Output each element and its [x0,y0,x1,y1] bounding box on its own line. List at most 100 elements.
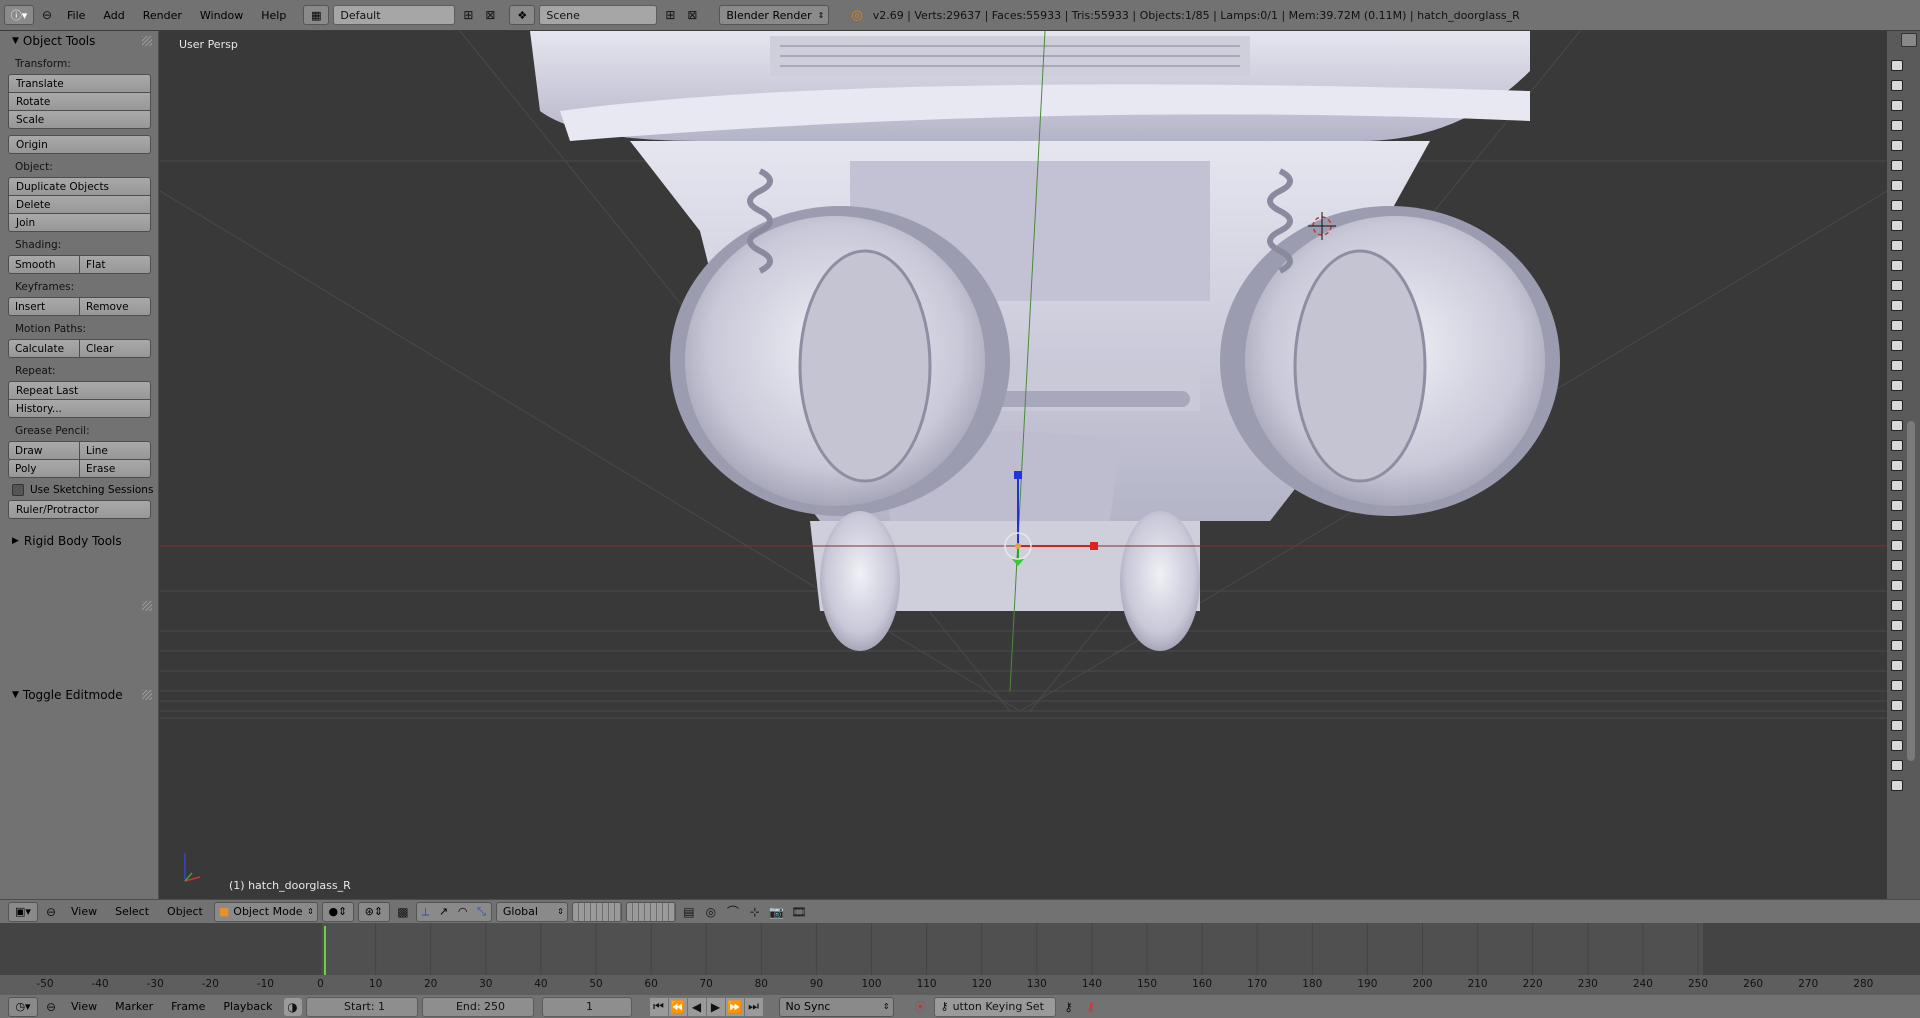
calculate-button[interactable]: Calculate [8,339,80,358]
panel-object-tools-header[interactable]: ▼ Object Tools [0,31,158,51]
layer-buttons-group-2[interactable] [625,901,676,922]
menu-view[interactable]: View [64,905,104,918]
menu-view[interactable]: View [64,1000,104,1013]
manipulator-toggle-icon[interactable]: ⟂ [422,905,429,919]
menu-playback[interactable]: Playback [216,1000,279,1013]
delete-keyframe-icon[interactable]: ⚷ [1082,998,1100,1016]
visibility-eye-icon[interactable] [1891,160,1903,171]
play-reverse-icon[interactable]: ◀ [687,997,706,1016]
snap-icon[interactable]: ⌒ [724,903,742,921]
collapse-menu-icon[interactable]: ⊖ [38,6,56,24]
visibility-eye-icon[interactable] [1891,220,1903,231]
keying-set-field[interactable]: ⚷ utton Keying Set [933,996,1056,1017]
add-layout-icon[interactable]: ⊞ [459,6,477,24]
scale-manipulator-icon[interactable]: ⤡ [477,905,486,919]
visibility-eye-icon[interactable] [1891,400,1903,411]
visibility-eye-icon[interactable] [1891,780,1903,791]
panel-grip-icon[interactable] [142,36,152,46]
visibility-eye-icon[interactable] [1891,180,1903,191]
visibility-eye-icon[interactable] [1891,760,1903,771]
visibility-eye-icon[interactable] [1891,360,1903,371]
panel-grip-icon[interactable] [142,601,152,611]
origin-button[interactable]: Origin [8,135,151,154]
start-frame-field[interactable]: Start: 1 [305,996,418,1017]
editor-type-3d-button[interactable]: ▣▾ [8,901,38,922]
remove-layout-icon[interactable]: ⊠ [481,6,499,24]
insert-keyframe-icon[interactable]: ⚷ [1060,998,1078,1016]
pivot-point-dropdown[interactable]: ⊛⇕ [357,901,390,922]
duplicate-objects-button[interactable]: Duplicate Objects [8,177,151,196]
interaction-mode-dropdown[interactable]: ■ Object Mode ⇕ [213,901,318,922]
rotate-manipulator-icon[interactable]: ◠ [458,905,468,918]
play-icon[interactable]: ▶ [706,997,725,1016]
visibility-eye-icon[interactable] [1891,80,1903,91]
lock-layers-icon[interactable]: ▤ [680,903,698,921]
remove-keyframe-button[interactable]: Remove [79,297,151,316]
transform-orientation-dropdown[interactable]: Global ⇕ [495,901,568,922]
menu-render[interactable]: Render [136,9,189,22]
visibility-eye-icon[interactable] [1891,600,1903,611]
menu-window[interactable]: Window [193,9,250,22]
smooth-button[interactable]: Smooth [8,255,80,274]
visibility-eye-icon[interactable] [1891,480,1903,491]
visibility-eye-icon[interactable] [1891,660,1903,671]
jump-keyframe-back-icon[interactable]: ⏪ [668,997,687,1016]
visibility-eye-icon[interactable] [1891,700,1903,711]
collapse-menu-icon[interactable]: ⊖ [42,998,60,1016]
collapse-menu-icon[interactable]: ⊖ [42,903,60,921]
insert-keyframe-button[interactable]: Insert [8,297,80,316]
ruler-protractor-button[interactable]: Ruler/Protractor [8,500,151,519]
current-frame-indicator[interactable] [324,926,326,975]
visibility-eye-icon[interactable] [1891,380,1903,391]
delete-button[interactable]: Delete [8,195,151,214]
menu-select[interactable]: Select [108,905,156,918]
line-button[interactable]: Line [79,441,151,460]
scene-field[interactable]: Scene [539,5,658,25]
repeat-last-button[interactable]: Repeat Last [8,381,151,400]
menu-frame[interactable]: Frame [164,1000,212,1013]
menu-marker[interactable]: Marker [108,1000,160,1013]
menu-add[interactable]: Add [96,9,131,22]
poly-button[interactable]: Poly [8,459,80,478]
properties-toggle-icon[interactable] [1901,33,1917,47]
flat-button[interactable]: Flat [79,255,151,274]
viewport-shading-dropdown[interactable]: ●⇕ [321,901,354,922]
visibility-eye-icon[interactable] [1891,240,1903,251]
visibility-eye-icon[interactable] [1891,680,1903,691]
clear-button[interactable]: Clear [79,339,151,358]
render-animation-icon[interactable]: 🎞 [790,903,808,921]
visibility-eye-icon[interactable] [1891,580,1903,591]
visibility-eye-icon[interactable] [1891,300,1903,311]
draw-button[interactable]: Draw [8,441,80,460]
render-engine-dropdown[interactable]: Blender Render ⇕ [719,5,830,25]
menu-object[interactable]: Object [160,905,210,918]
translate-button[interactable]: Translate [8,74,151,93]
jump-keyframe-forward-icon[interactable]: ⏩ [725,997,744,1016]
3d-viewport[interactable]: User Persp (1) hatch_doorglass_R [160,31,1887,899]
proportional-edit-icon[interactable]: ◎ [702,903,720,921]
join-button[interactable]: Join [8,213,151,232]
menu-file[interactable]: File [60,9,92,22]
visibility-eye-icon[interactable] [1891,260,1903,271]
visibility-eye-icon[interactable] [1891,120,1903,131]
limit-selection-icon[interactable]: ▩ [394,903,412,921]
end-frame-field[interactable]: End: 250 [421,996,534,1017]
visibility-eye-icon[interactable] [1891,60,1903,71]
add-scene-icon[interactable]: ⊞ [661,6,679,24]
visibility-eye-icon[interactable] [1891,640,1903,651]
panel-grip-icon[interactable] [142,690,152,700]
visibility-eye-icon[interactable] [1891,740,1903,751]
screen-layout-field[interactable]: Default [333,5,456,25]
scene-selector[interactable]: ❖ [509,5,536,25]
rotate-button[interactable]: Rotate [8,92,151,111]
visibility-eye-icon[interactable] [1891,200,1903,211]
visibility-eye-icon[interactable] [1891,440,1903,451]
visibility-eye-icon[interactable] [1891,720,1903,731]
layer-buttons-group-1[interactable] [571,901,622,922]
editor-type-timeline-button[interactable]: ◷▾ [8,996,38,1017]
visibility-eye-icon[interactable] [1891,620,1903,631]
erase-button[interactable]: Erase [79,459,151,478]
visibility-eye-icon[interactable] [1891,500,1903,511]
jump-end-icon[interactable]: ⏭ [744,997,763,1016]
visibility-eye-icon[interactable] [1891,280,1903,291]
